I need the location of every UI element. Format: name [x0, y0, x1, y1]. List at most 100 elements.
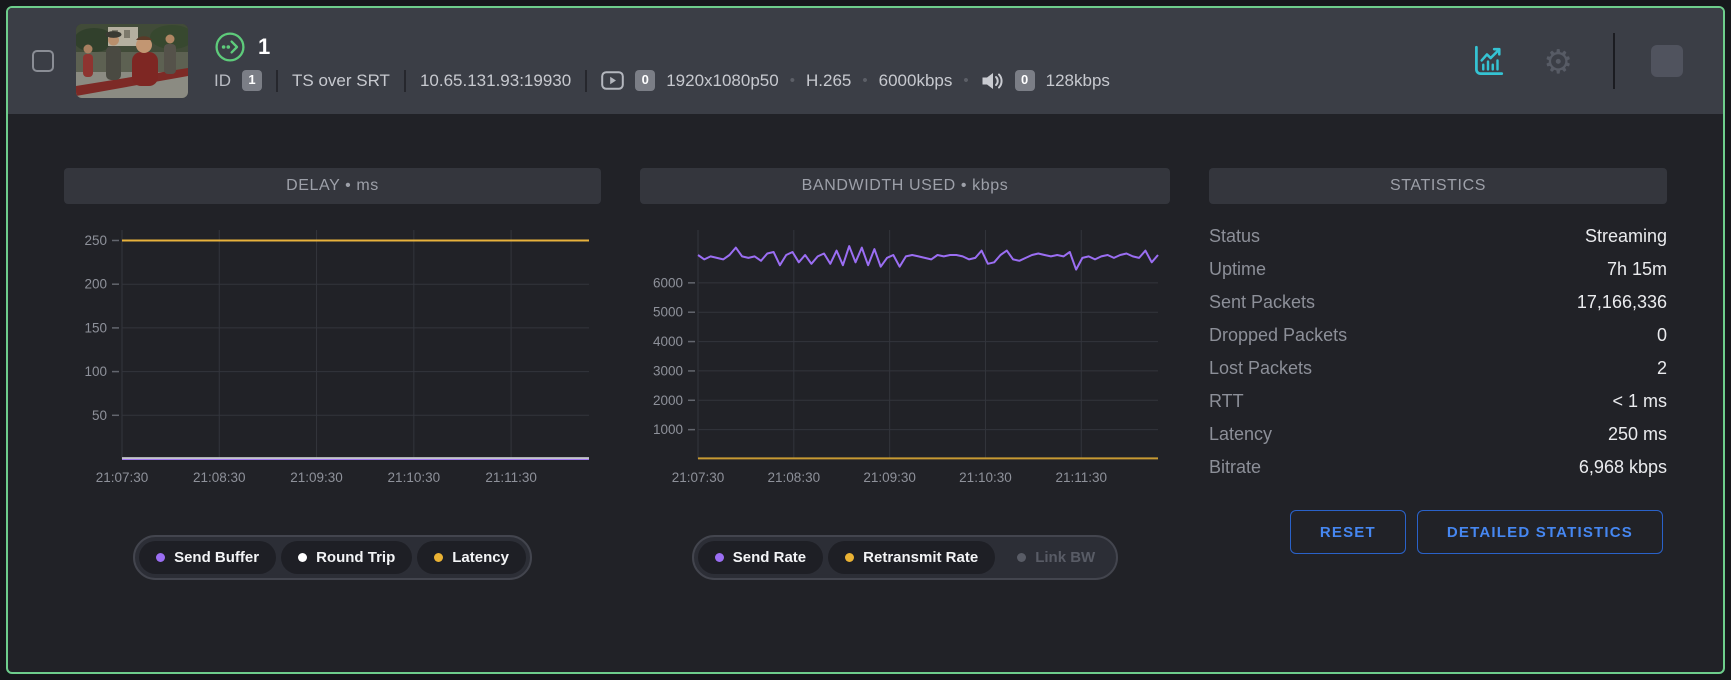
- audio-icon: [980, 70, 1004, 92]
- stop-button[interactable]: [1651, 45, 1683, 77]
- legend-dot: [1017, 553, 1026, 562]
- bandwidth-chart: 21:07:3021:08:3021:09:3021:10:3021:11:30…: [640, 224, 1170, 497]
- stream-address: 10.65.131.93:19930: [420, 71, 571, 91]
- detailed-statistics-button[interactable]: DETAILED STATISTICS: [1417, 510, 1663, 554]
- stream-info: 1 ID 1 TS over SRT 10.65.131.93:19930 0 …: [214, 31, 1110, 92]
- svg-text:50: 50: [92, 408, 107, 423]
- reset-button[interactable]: RESET: [1290, 510, 1406, 554]
- stat-label: Status: [1209, 226, 1260, 247]
- legend-label: Link BW: [1035, 549, 1095, 566]
- stat-row-uptime: Uptime 7h 15m: [1209, 253, 1667, 286]
- svg-text:21:09:30: 21:09:30: [290, 470, 343, 485]
- chart-svg: 21:07:30 21:08:30 21:09:30 21:10:30 21:11:30…: [64, 224, 601, 492]
- stat-label: Bitrate: [1209, 457, 1261, 478]
- legend-item-latency[interactable]: Latency: [417, 541, 526, 574]
- svg-text:21:07:30: 21:07:30: [96, 470, 149, 485]
- stat-value: 0: [1657, 325, 1667, 346]
- video-count-badge: 0: [635, 70, 655, 90]
- bandwidth-chart-legend: Send Rate Retransmit Rate Link BW: [640, 535, 1170, 580]
- dot-separator: •: [862, 72, 867, 89]
- stat-row-latency: Latency 250 ms: [1209, 418, 1667, 451]
- stat-row-dropped-packets: Dropped Packets 0: [1209, 319, 1667, 352]
- svg-text:6000: 6000: [653, 275, 683, 290]
- id-badge: 1: [242, 70, 262, 90]
- legend-item-send-rate[interactable]: Send Rate: [698, 541, 823, 574]
- svg-text:21:08:30: 21:08:30: [193, 470, 246, 485]
- svg-text:150: 150: [84, 320, 107, 335]
- delay-panel-title: DELAY • ms: [64, 168, 601, 204]
- chart-icon: [1469, 42, 1507, 80]
- svg-text:21:08:30: 21:08:30: [768, 470, 821, 485]
- svg-text:4000: 4000: [653, 334, 683, 349]
- settings-button[interactable]: ⚙: [1543, 45, 1573, 78]
- separator: [585, 70, 587, 92]
- video-codec: H.265: [806, 71, 851, 91]
- svg-text:100: 100: [84, 364, 107, 379]
- stat-row-sent-packets: Sent Packets 17,166,336: [1209, 286, 1667, 319]
- svg-text:21:09:30: 21:09:30: [863, 470, 916, 485]
- separator: [404, 70, 406, 92]
- bandwidth-panel-title: BANDWIDTH USED • kbps: [640, 168, 1170, 204]
- svg-text:200: 200: [84, 277, 107, 292]
- legend-dot: [845, 553, 854, 562]
- select-checkbox[interactable]: [32, 50, 54, 72]
- dot-separator: •: [790, 72, 795, 89]
- statistics-rows: Status Streaming Uptime 7h 15m Sent Packets 1…: [1209, 220, 1667, 484]
- stat-label: Dropped Packets: [1209, 325, 1347, 346]
- separator: [276, 70, 278, 92]
- protocol-label: TS over SRT: [292, 71, 390, 91]
- stat-value: 7h 15m: [1607, 259, 1667, 280]
- stat-label: Uptime: [1209, 259, 1266, 280]
- stat-value: 250 ms: [1608, 424, 1667, 445]
- svg-text:21:07:30: 21:07:30: [672, 470, 725, 485]
- legend-label: Send Buffer: [174, 549, 259, 566]
- video-thumbnail[interactable]: [76, 24, 188, 98]
- video-bitrate: 6000kbps: [879, 71, 953, 91]
- legend-label: Retransmit Rate: [863, 549, 978, 566]
- delay-chart: 21:07:30 21:08:30 21:09:30 21:10:30 21:11:30…: [64, 224, 601, 497]
- legend-dot: [715, 553, 724, 562]
- stat-row-rtt: RTT < 1 ms: [1209, 385, 1667, 418]
- svg-text:21:11:30: 21:11:30: [485, 470, 537, 485]
- legend-item-round-trip[interactable]: Round Trip: [281, 541, 412, 574]
- stat-value: 17,166,336: [1577, 292, 1667, 313]
- stat-label: Sent Packets: [1209, 292, 1315, 313]
- stat-row-status: Status Streaming: [1209, 220, 1667, 253]
- audio-count-badge: 0: [1015, 70, 1035, 90]
- svg-text:250: 250: [84, 233, 107, 248]
- statistics-chart-button[interactable]: [1469, 42, 1507, 80]
- svg-text:3000: 3000: [653, 363, 683, 378]
- delay-panel: DELAY • ms 21:07:30 21:08:30 21:09:30 21:10…: [64, 168, 601, 580]
- stop-icon: [1651, 45, 1683, 77]
- stat-row-bitrate: Bitrate 6,968 kbps: [1209, 451, 1667, 484]
- statistics-panel-title: STATISTICS: [1209, 168, 1667, 204]
- stat-label: RTT: [1209, 391, 1244, 412]
- stat-value: < 1 ms: [1612, 391, 1667, 412]
- legend-item-send-buffer[interactable]: Send Buffer: [139, 541, 276, 574]
- audio-bitrate: 128kbps: [1046, 71, 1110, 91]
- video-resolution: 1920x1080p50: [666, 71, 779, 91]
- video-icon: [601, 71, 624, 90]
- legend-dot: [298, 553, 307, 562]
- legend-dot: [434, 553, 443, 562]
- legend-item-retransmit-rate[interactable]: Retransmit Rate: [828, 541, 995, 574]
- stat-value: Streaming: [1585, 226, 1667, 247]
- legend-pill: Send Rate Retransmit Rate Link BW: [692, 535, 1118, 580]
- stat-label: Latency: [1209, 424, 1272, 445]
- delay-chart-legend: Send Buffer Round Trip Latency: [64, 535, 601, 580]
- stream-card: 1 ID 1 TS over SRT 10.65.131.93:19930 0 …: [6, 6, 1725, 674]
- legend-item-link-bw[interactable]: Link BW: [1000, 541, 1112, 574]
- stream-title: 1: [258, 34, 270, 60]
- statistics-buttons: RESET DETAILED STATISTICS: [1209, 510, 1667, 554]
- statistics-panel: STATISTICS Status Streaming Uptime 7h 15m Se…: [1209, 168, 1667, 580]
- header-divider: [1613, 33, 1615, 89]
- svg-text:21:10:30: 21:10:30: [959, 470, 1012, 485]
- legend-label: Latency: [452, 549, 509, 566]
- svg-text:21:10:30: 21:10:30: [388, 470, 441, 485]
- stream-header: 1 ID 1 TS over SRT 10.65.131.93:19930 0 …: [8, 8, 1723, 114]
- svg-text:1000: 1000: [653, 422, 683, 437]
- legend-dot: [156, 553, 165, 562]
- stat-value: 6,968 kbps: [1579, 457, 1667, 478]
- stat-label: Lost Packets: [1209, 358, 1312, 379]
- legend-label: Send Rate: [733, 549, 806, 566]
